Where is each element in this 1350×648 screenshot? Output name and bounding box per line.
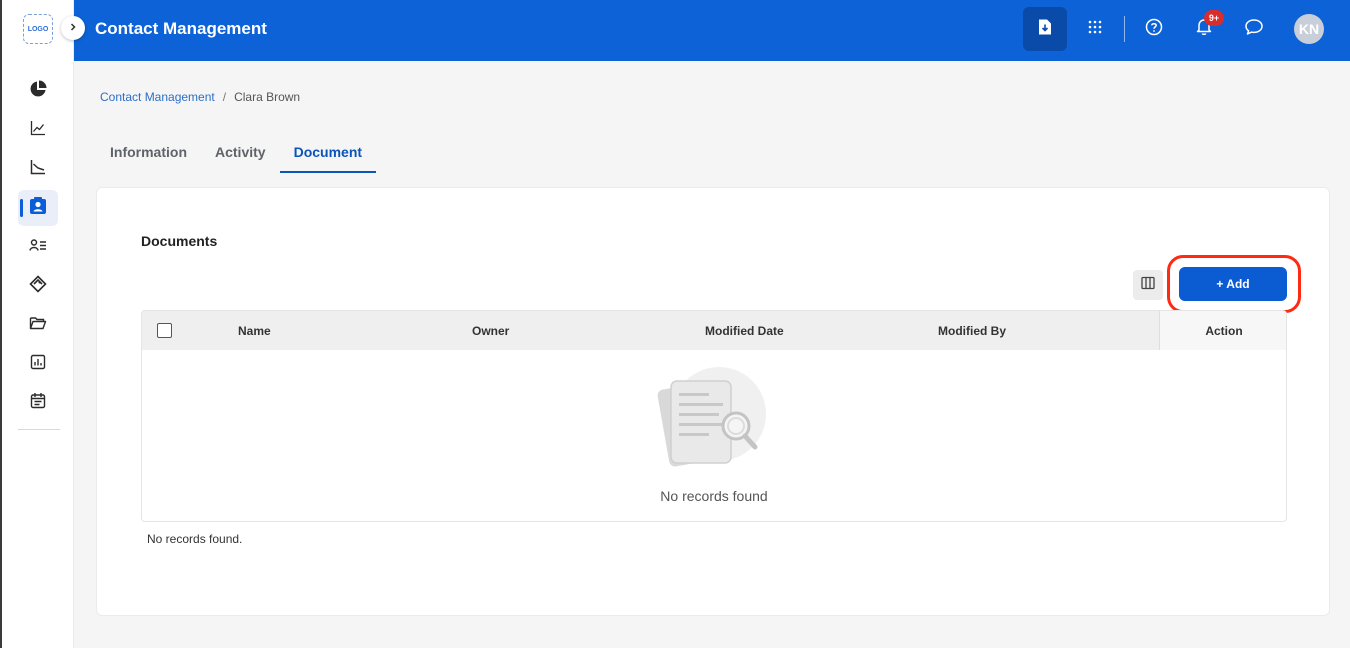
tab-information[interactable]: Information [96,131,201,173]
chat-button[interactable] [1232,7,1276,51]
download-file-icon [1037,18,1053,41]
help-button[interactable] [1132,7,1176,51]
breadcrumb-separator: / [222,90,227,104]
sidebar-item-dashboard[interactable] [18,73,58,109]
sidebar-item-contacts[interactable] [18,190,58,226]
download-button[interactable] [1023,7,1067,51]
apps-button[interactable] [1073,7,1117,51]
sidebar-item-user-list[interactable] [18,229,58,265]
sidebar-item-files[interactable] [18,307,58,343]
table-header: Name Owner Modified Date Modified By Act… [142,311,1286,350]
tag-icon [29,274,47,298]
tab-document[interactable]: Document [279,131,377,173]
chevron-right-icon [68,19,78,37]
column-header-action: Action [1159,311,1286,350]
folder-icon [29,315,47,336]
documents-title: Documents [141,233,218,249]
sidebar-item-reports[interactable] [18,346,58,382]
report-icon [30,354,46,375]
tab-bar: Information Activity Document [96,131,377,173]
chat-icon [1244,18,1264,41]
sidebar-divider [18,429,60,430]
sidebar-item-tags[interactable] [18,268,58,304]
pie-chart-icon [29,80,47,103]
documents-table: Name Owner Modified Date Modified By Act… [141,310,1287,522]
top-header: Contact Management 9+ KN [74,0,1350,61]
empty-state-message: No records found [660,488,768,504]
help-icon [1145,18,1163,41]
select-all-checkbox[interactable] [157,323,172,338]
add-document-button[interactable]: + Add [1179,267,1287,301]
breadcrumb-root-link[interactable]: Contact Management [100,90,215,104]
documents-card: Documents + Add Name Owner Modified Date… [96,187,1330,616]
column-header-name[interactable]: Name [238,311,271,350]
calendar-icon [30,392,46,414]
empty-documents-icon [657,363,772,480]
sidebar-item-analytics[interactable] [18,112,58,148]
user-list-icon [29,238,47,257]
expand-sidebar-button[interactable] [61,16,85,40]
sidebar: LOGO [2,0,74,648]
app-title: Contact Management [95,19,267,38]
breadcrumb: Contact Management / Clara Brown [100,90,300,104]
table-footer-status: No records found. [147,532,243,546]
trend-chart-icon [30,159,46,180]
sidebar-item-trends[interactable] [18,151,58,187]
column-header-modified-date[interactable]: Modified Date [705,311,784,350]
line-chart-icon [30,120,46,141]
column-header-owner[interactable]: Owner [472,311,509,350]
logo: LOGO [23,14,53,44]
contact-card-icon [28,196,48,221]
column-settings-button[interactable] [1133,270,1163,300]
user-avatar[interactable]: KN [1294,14,1324,44]
header-separator [1124,16,1125,42]
tab-activity[interactable]: Activity [201,131,280,173]
apps-grid-icon [1087,19,1103,40]
sidebar-item-calendar[interactable] [18,385,58,421]
column-header-modified-by[interactable]: Modified By [938,311,1006,350]
breadcrumb-current: Clara Brown [234,90,301,104]
notification-badge: 9+ [1204,10,1224,26]
columns-icon [1141,276,1155,295]
